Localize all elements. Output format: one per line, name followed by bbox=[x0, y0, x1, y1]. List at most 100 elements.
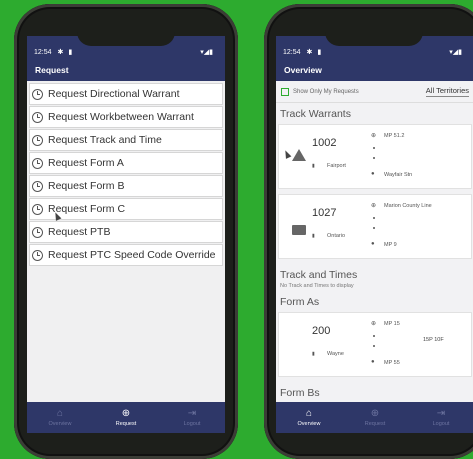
section-track-and-times: Track and Times bbox=[280, 269, 358, 281]
menu-item-workbetween-warrant[interactable]: Request Workbetween Warrant bbox=[29, 106, 223, 128]
clock-icon bbox=[32, 157, 43, 169]
warrant-to: Wayfair Stn bbox=[384, 172, 413, 178]
menu-item-ptc-speed-code-override[interactable]: Request PTC Speed Code Override bbox=[29, 244, 223, 266]
request-menu: Request Directional Warrant Request Work… bbox=[27, 81, 225, 266]
sim-status-icon: ▮ bbox=[317, 49, 322, 56]
nav-label: Logout bbox=[432, 420, 450, 427]
menu-item-label: Request PTB bbox=[48, 226, 111, 238]
clock-icon bbox=[32, 111, 43, 123]
sim-status-icon: ▮ bbox=[68, 49, 73, 56]
route-dot bbox=[373, 157, 375, 159]
phone-right: 12:54 ✱ ▮ ▾◢▮ Overview Show Only My Requ… bbox=[264, 4, 473, 459]
home-icon: ⌂ bbox=[305, 407, 313, 419]
warrant-number: 1002 bbox=[312, 137, 337, 149]
warrant-card[interactable]: 1002 ▮ Fairport ⊕ MP 51.2 ● Wayfair Stn bbox=[278, 124, 472, 189]
bottom-nav: ⌂ Overview ⊕ Request ⇥ Logout bbox=[27, 402, 225, 433]
camera-notch bbox=[77, 32, 175, 46]
status-time: 12:54 bbox=[34, 49, 52, 56]
nav-label: Request bbox=[364, 420, 386, 427]
crosshair-icon: ⊕ bbox=[371, 203, 377, 209]
location-icon: ▮ bbox=[312, 163, 315, 169]
warrant-location: Fairport bbox=[327, 163, 346, 169]
camera-notch bbox=[325, 32, 423, 46]
nav-label: Logout bbox=[183, 420, 201, 427]
nav-request[interactable]: ⊕ Request bbox=[93, 402, 159, 433]
add-circle-icon: ⊕ bbox=[370, 407, 380, 419]
app-bar-title: Overview bbox=[276, 58, 473, 81]
form-a-from: MP 15 bbox=[384, 321, 400, 327]
clock-icon bbox=[32, 203, 43, 215]
add-circle-icon: ⊕ bbox=[121, 407, 131, 419]
form-a-extra: 15P 10F bbox=[423, 337, 444, 343]
route-dot bbox=[373, 147, 375, 149]
route-dot bbox=[373, 335, 375, 337]
my-requests-label: Show Only My Requests bbox=[293, 88, 359, 95]
clock-icon bbox=[32, 134, 43, 146]
overview-screen: 12:54 ✱ ▮ ▾◢▮ Overview Show Only My Requ… bbox=[276, 36, 473, 433]
section-form-bs: Form Bs bbox=[280, 387, 320, 399]
logout-icon: ⇥ bbox=[436, 407, 446, 419]
logout-icon: ⇥ bbox=[187, 407, 197, 419]
pin-icon: ● bbox=[371, 241, 375, 247]
empty-track-and-times: No Track and Times to display bbox=[280, 283, 354, 289]
menu-item-ptb[interactable]: Request PTB bbox=[29, 221, 223, 243]
form-a-card[interactable]: 200 ▮ Wayne ⊕ MP 15 ● MP 55 15P 10F bbox=[278, 312, 472, 377]
app-bar-title: Request bbox=[27, 58, 225, 81]
menu-item-label: Request Form B bbox=[48, 180, 125, 192]
nav-label: Overview bbox=[48, 420, 72, 427]
nav-request[interactable]: ⊕ Request bbox=[342, 402, 408, 433]
settings-status-icon: ✱ bbox=[306, 49, 313, 56]
home-icon: ⌂ bbox=[56, 407, 64, 419]
settings-status-icon: ✱ bbox=[57, 49, 64, 56]
location-icon: ▮ bbox=[312, 351, 315, 357]
route-dot bbox=[373, 227, 375, 229]
section-form-as: Form As bbox=[280, 296, 320, 308]
location-icon: ▮ bbox=[312, 233, 315, 239]
nav-overview[interactable]: ⌂ Overview bbox=[27, 402, 93, 433]
signal-icon: ▾◢▮ bbox=[449, 49, 462, 56]
menu-item-label: Request Workbetween Warrant bbox=[48, 111, 194, 123]
menu-item-directional-warrant[interactable]: Request Directional Warrant bbox=[29, 83, 223, 105]
clock-icon bbox=[32, 88, 43, 100]
nav-label: Request bbox=[115, 420, 137, 427]
form-a-to: MP 55 bbox=[384, 360, 400, 366]
menu-item-label: Request Form C bbox=[48, 203, 126, 215]
menu-item-label: Request Form A bbox=[48, 157, 124, 169]
form-a-number: 200 bbox=[312, 325, 331, 337]
pin-icon: ● bbox=[371, 359, 375, 365]
warrant-location: Ontario bbox=[327, 233, 346, 239]
pin-icon: ● bbox=[371, 171, 375, 177]
filter-row: Show Only My Requests All Territories bbox=[276, 81, 473, 103]
crosshair-icon: ⊕ bbox=[371, 321, 377, 327]
phone-left: 12:54 ✱ ▮ ▾◢▮ Request Request Directiona… bbox=[14, 4, 238, 459]
warrant-from: Marion County Line bbox=[384, 203, 432, 209]
mail-icon bbox=[292, 225, 306, 235]
route-dot bbox=[373, 217, 375, 219]
clock-icon bbox=[32, 226, 43, 238]
my-requests-checkbox[interactable] bbox=[281, 87, 289, 96]
nav-logout[interactable]: ⇥ Logout bbox=[159, 402, 225, 433]
territory-select[interactable]: All Territories bbox=[425, 86, 469, 97]
warrant-number: 1027 bbox=[312, 207, 337, 219]
form-a-location: Wayne bbox=[327, 351, 344, 357]
status-time: 12:54 bbox=[283, 49, 301, 56]
warrant-card[interactable]: 1027 ▮ Ontario ⊕ Marion County Line ● MP… bbox=[278, 194, 472, 259]
warning-icon bbox=[292, 149, 306, 161]
clock-icon bbox=[32, 249, 43, 261]
bottom-nav: ⌂ Overview ⊕ Request ⇥ Logout bbox=[276, 402, 473, 433]
menu-item-label: Request Track and Time bbox=[48, 134, 162, 146]
section-track-warrants: Track Warrants bbox=[280, 108, 351, 120]
menu-item-form-b[interactable]: Request Form B bbox=[29, 175, 223, 197]
signal-icon: ▾◢▮ bbox=[200, 49, 213, 56]
nav-overview[interactable]: ⌂ Overview bbox=[276, 402, 342, 433]
menu-item-form-a[interactable]: Request Form A bbox=[29, 152, 223, 174]
nav-logout[interactable]: ⇥ Logout bbox=[408, 402, 473, 433]
clock-icon bbox=[32, 180, 43, 192]
menu-item-label: Request Directional Warrant bbox=[48, 88, 180, 100]
crosshair-icon: ⊕ bbox=[371, 133, 377, 139]
menu-item-track-and-time[interactable]: Request Track and Time bbox=[29, 129, 223, 151]
warrant-to: MP 9 bbox=[384, 242, 397, 248]
route-dot bbox=[373, 345, 375, 347]
request-screen: 12:54 ✱ ▮ ▾◢▮ Request Request Directiona… bbox=[27, 36, 225, 433]
nav-label: Overview bbox=[297, 420, 321, 427]
